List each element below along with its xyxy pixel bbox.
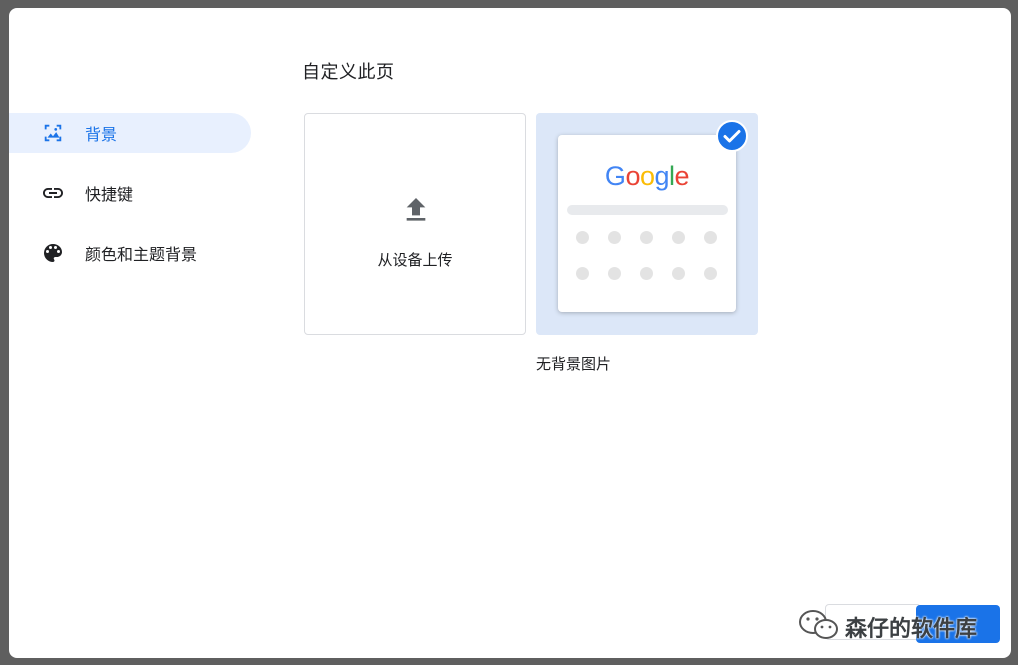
page-title: 自定义此页 (302, 62, 395, 83)
no-background-tile[interactable]: Google (536, 113, 758, 335)
preview-shortcut-dot (672, 267, 685, 280)
wallpaper-icon (41, 121, 65, 145)
sidebar-item-label: 颜色和主题背景 (85, 245, 198, 264)
preview-searchbar (567, 205, 728, 215)
customize-dialog: 自定义此页 背景 快捷键 颜色和主题背景 从设备上传 Google 无背景图片 … (9, 8, 1011, 658)
upload-from-device-tile[interactable]: 从设备上传 (304, 113, 526, 335)
preview-shortcut-dot (608, 267, 621, 280)
sidebar-item-shortcuts[interactable]: 快捷键 (9, 173, 251, 213)
preview-shortcut-dot (640, 267, 653, 280)
sidebar-item-label: 背景 (85, 125, 118, 144)
upload-label: 从设备上传 (377, 251, 453, 269)
palette-icon (41, 241, 65, 265)
link-icon (41, 181, 65, 205)
preview-card: Google (558, 135, 736, 312)
watermark-text: 森仔的软件库 (845, 617, 978, 642)
upload-icon (400, 194, 432, 230)
sidebar-item-background[interactable]: 背景 (9, 113, 251, 153)
preview-shortcut-dot (672, 231, 685, 244)
sidebar-item-colors-themes[interactable]: 颜色和主题背景 (9, 233, 251, 273)
check-circle-icon (716, 120, 748, 156)
sidebar-item-label: 快捷键 (85, 185, 134, 204)
wechat-icon (797, 608, 841, 646)
preview-shortcut-dot (704, 231, 717, 244)
no-background-label: 无背景图片 (536, 355, 612, 373)
preview-shortcut-dot (576, 267, 589, 280)
preview-shortcut-dot (608, 231, 621, 244)
google-logo: Google (604, 161, 690, 191)
preview-shortcut-dot (640, 231, 653, 244)
preview-shortcut-dot (704, 267, 717, 280)
footer-actions: 森仔的软件库 (789, 604, 1011, 644)
preview-shortcut-dot (576, 231, 589, 244)
